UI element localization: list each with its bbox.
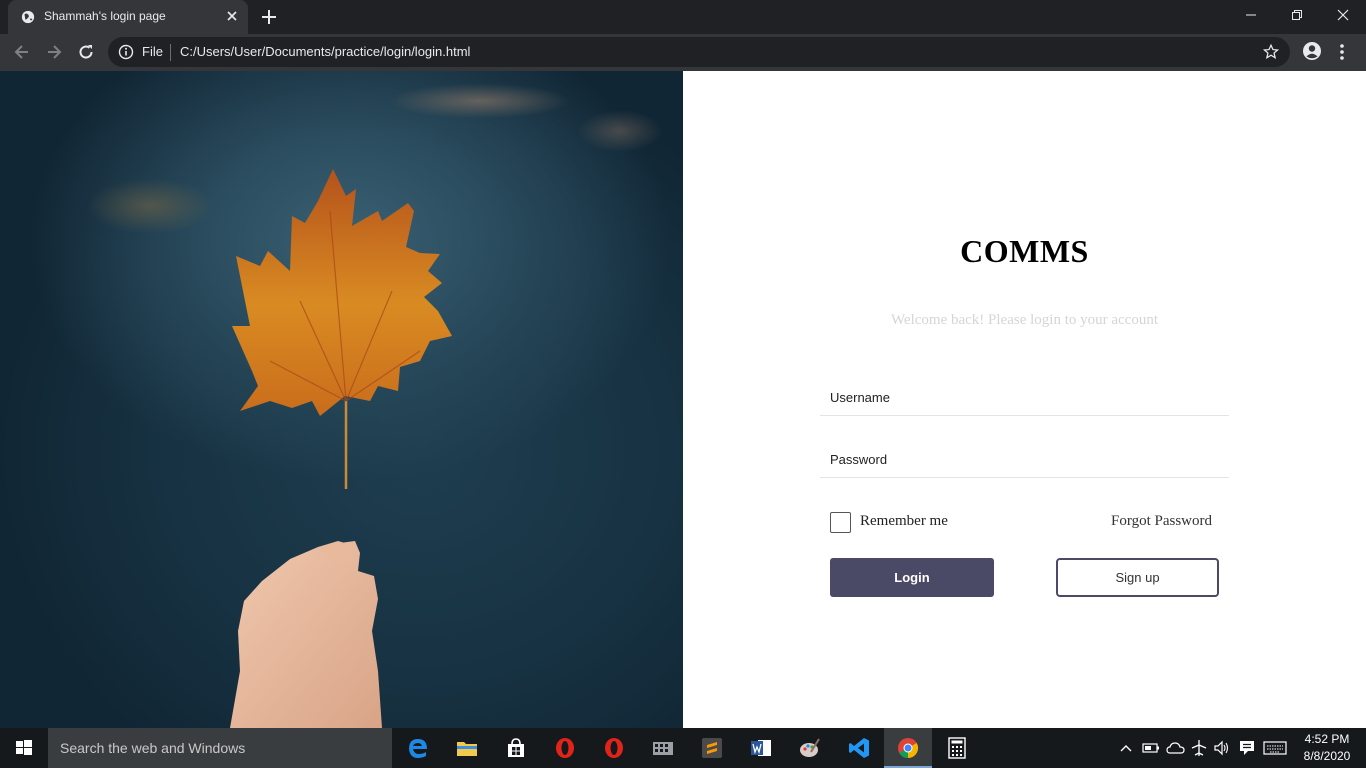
signup-button[interactable]: Sign up <box>1056 558 1219 597</box>
action-center-icon[interactable] <box>1238 739 1256 757</box>
taskbar-app-opera[interactable] <box>541 728 589 768</box>
browser-menu-icon[interactable] <box>1336 42 1348 62</box>
info-icon[interactable] <box>118 44 134 60</box>
paint-palette-icon <box>800 738 820 757</box>
hero-photo <box>0 71 683 728</box>
windows-taskbar: Search the web and Windows 4:52 PM 8/8/2… <box>0 728 1366 768</box>
taskbar-app-media[interactable] <box>639 728 687 768</box>
restore-icon <box>1292 10 1302 20</box>
clock-date[interactable]: 8/8/2020 <box>1298 749 1356 763</box>
volume-icon[interactable] <box>1213 739 1231 757</box>
taskbar-app-paint[interactable] <box>786 728 834 768</box>
taskbar-app-file-explorer[interactable] <box>443 728 491 768</box>
address-bar[interactable]: File C:/Users/User/Documents/practice/lo… <box>108 37 1290 67</box>
url-text[interactable]: C:/Users/User/Documents/practice/login/l… <box>180 44 470 59</box>
taskbar-app-word[interactable] <box>737 728 785 768</box>
browser-tab[interactable]: Shammah's login page <box>8 0 248 34</box>
maple-leaf-image <box>230 169 452 728</box>
taskbar-search[interactable]: Search the web and Windows <box>48 728 392 768</box>
keyboard-icon[interactable] <box>1263 739 1287 757</box>
edge-icon <box>409 739 427 758</box>
taskbar-app-calculator[interactable] <box>933 728 981 768</box>
taskbar-search-placeholder: Search the web and Windows <box>60 740 246 756</box>
brand-title: COMMS <box>960 233 1089 269</box>
close-icon <box>1337 9 1349 21</box>
globe-icon <box>21 10 35 24</box>
new-tab-icon[interactable] <box>259 7 279 27</box>
taskbar-app-edge[interactable] <box>394 728 442 768</box>
show-hidden-icons-icon[interactable] <box>1119 739 1133 757</box>
onedrive-cloud-icon[interactable] <box>1166 739 1186 757</box>
chrome-icon <box>898 738 919 759</box>
username-input[interactable] <box>820 380 1229 414</box>
taskbar-app-opera-2[interactable] <box>590 728 638 768</box>
airplane-mode-icon[interactable] <box>1190 739 1208 757</box>
page-viewport: COMMS Welcome back! Please login to your… <box>0 71 1366 728</box>
back-icon[interactable] <box>12 42 32 62</box>
battery-icon[interactable] <box>1142 739 1160 757</box>
restore-button[interactable] <box>1274 0 1320 30</box>
close-window-button[interactable] <box>1320 0 1366 30</box>
browser-toolbar: File C:/Users/User/Documents/practice/lo… <box>0 34 1366 71</box>
profile-avatar-icon[interactable] <box>1302 41 1322 61</box>
bookmark-star-icon[interactable] <box>1262 43 1280 61</box>
username-field <box>820 380 1229 416</box>
windows-logo-icon <box>16 740 32 755</box>
store-icon <box>508 738 524 757</box>
calculator-icon <box>948 737 966 759</box>
forward-icon[interactable] <box>44 42 64 62</box>
taskbar-app-chrome[interactable] <box>884 728 932 768</box>
welcome-text: Welcome back! Please login to your accou… <box>890 312 1159 328</box>
reload-icon[interactable] <box>76 42 96 62</box>
login-button[interactable]: Login <box>830 558 994 597</box>
remember-checkbox[interactable] <box>830 512 851 533</box>
film-strip-icon <box>653 742 673 755</box>
browser-tab-strip: Shammah's login page <box>0 0 1366 34</box>
remember-me[interactable]: Remember me <box>830 512 980 534</box>
forgot-password-link[interactable]: Forgot Password <box>1111 513 1212 530</box>
address-separator <box>170 44 171 61</box>
sublime-text-icon <box>702 738 722 758</box>
taskbar-app-store[interactable] <box>492 728 540 768</box>
minimize-icon <box>1246 14 1256 16</box>
remember-label: Remember me <box>860 513 948 529</box>
tab-title: Shammah's login page <box>44 9 166 23</box>
folder-icon <box>457 742 477 756</box>
start-button[interactable] <box>0 728 48 768</box>
close-tab-icon[interactable] <box>224 8 240 24</box>
vscode-icon <box>849 738 869 758</box>
word-icon <box>751 740 771 756</box>
login-panel: COMMS Welcome back! Please login to your… <box>683 71 1366 728</box>
password-field <box>820 442 1229 478</box>
scheme-label: File <box>142 44 163 59</box>
minimize-button[interactable] <box>1228 0 1274 30</box>
taskbar-app-sublime-text[interactable] <box>688 728 736 768</box>
clock-time[interactable]: 4:52 PM <box>1298 732 1356 746</box>
taskbar-app-vscode[interactable] <box>835 728 883 768</box>
opera-icon <box>605 738 623 758</box>
password-input[interactable] <box>820 442 1229 476</box>
opera-icon <box>556 738 574 758</box>
